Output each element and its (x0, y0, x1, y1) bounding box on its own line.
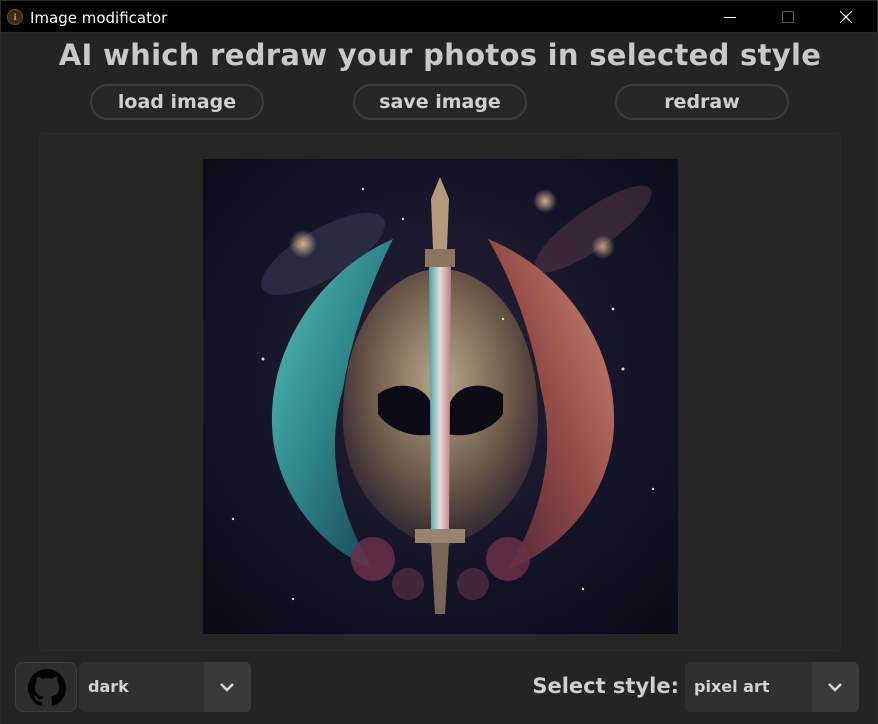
app-icon: ℹ (7, 9, 23, 25)
preview-image (203, 159, 678, 634)
page-heading: AI which redraw your photos in selected … (58, 38, 822, 72)
style-select-value: pixel art (694, 677, 770, 696)
save-image-button[interactable]: save image (353, 84, 527, 120)
theme-select-value: dark (88, 677, 129, 696)
minimize-button[interactable] (701, 1, 759, 33)
title-bar: ℹ Image modificator (0, 0, 878, 33)
window-title: Image modificator (30, 9, 168, 27)
main-window: AI which redraw your photos in selected … (0, 33, 878, 724)
theme-select[interactable]: dark (79, 662, 251, 712)
maximize-button[interactable] (759, 1, 817, 33)
chevron-down-icon (220, 683, 234, 692)
load-image-button[interactable]: load image (90, 84, 264, 120)
github-button[interactable] (15, 662, 77, 712)
redraw-button[interactable]: redraw (615, 84, 789, 120)
style-label: Select style: (532, 674, 679, 698)
theme-dropdown-button[interactable] (204, 662, 251, 712)
pixel-art-sword-helmet-image (203, 159, 678, 634)
github-icon (28, 669, 66, 707)
chevron-down-icon (828, 683, 842, 692)
style-select[interactable]: pixel art (685, 662, 859, 712)
close-icon (840, 11, 852, 23)
style-dropdown-button[interactable] (812, 662, 859, 712)
close-button[interactable] (817, 1, 875, 33)
